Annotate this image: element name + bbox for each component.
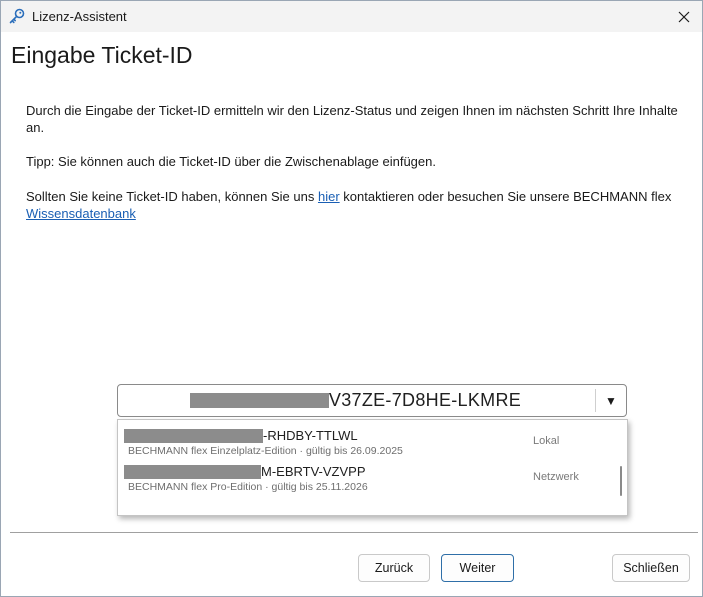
dropdown-toggle-button[interactable]: ▼ (596, 385, 626, 416)
contact-text: Sollten Sie keine Ticket-ID haben, könne… (26, 188, 686, 222)
item-license-type: Netzwerk (533, 471, 579, 483)
dropdown-scrollbar[interactable] (620, 466, 622, 496)
ticket-id-combobox[interactable]: V37ZE-7D8HE-LKMRE ▼ (117, 384, 627, 417)
item-license-type: Lokal (533, 435, 560, 447)
dropdown-item[interactable]: -RHDBY-TTLWL BECHMANN flex Einzelplatz-E… (118, 423, 613, 463)
redaction-block (124, 464, 261, 479)
close-button[interactable]: Schließen (612, 554, 690, 582)
tip-text: Tipp: Sie können auch die Ticket-ID über… (26, 154, 436, 169)
item-ticket-id: M-EBRTV-VZVPP (124, 464, 366, 479)
contact-link[interactable]: hier (318, 189, 340, 204)
ticket-id-value[interactable]: V37ZE-7D8HE-LKMRE (118, 385, 593, 416)
footer-divider (10, 532, 698, 533)
contact-text-start: Sollten Sie keine Ticket-ID haben, könne… (26, 189, 318, 204)
close-window-button[interactable] (666, 1, 702, 32)
page-title: Eingabe Ticket-ID (11, 42, 193, 68)
item-ticket-id-visible-part: M-EBRTV-VZVPP (261, 464, 366, 479)
close-icon (678, 11, 690, 22)
redaction-block (124, 428, 263, 443)
dropdown-item[interactable]: M-EBRTV-VZVPP BECHMANN flex Pro-Edition … (118, 459, 613, 499)
knowledge-base-link[interactable]: Wissensdatenbank (26, 206, 136, 221)
next-button[interactable]: Weiter (441, 554, 514, 582)
item-edition-info: BECHMANN flex Einzelplatz-Edition · gült… (128, 445, 403, 457)
item-edition-info: BECHMANN flex Pro-Edition · gültig bis 2… (128, 481, 368, 493)
contact-text-middle: kontaktieren oder besuchen Sie unsere BE… (339, 189, 672, 204)
title-bar: Lizenz-Assistent (1, 1, 702, 32)
intro-text: Durch die Eingabe der Ticket-ID ermittel… (26, 103, 678, 135)
item-ticket-id-visible-part: -RHDBY-TTLWL (263, 428, 358, 443)
chevron-down-icon: ▼ (605, 393, 617, 408)
redaction-block (189, 393, 329, 408)
back-button[interactable]: Zurück (358, 554, 430, 582)
key-icon (9, 8, 25, 24)
window-title: Lizenz-Assistent (32, 9, 127, 24)
item-ticket-id: -RHDBY-TTLWL (124, 428, 358, 443)
ticket-id-dropdown-list: -RHDBY-TTLWL BECHMANN flex Einzelplatz-E… (117, 419, 628, 516)
ticket-id-visible-part: V37ZE-7D8HE-LKMRE (328, 390, 522, 410)
license-assistant-window: Lizenz-Assistent Eingabe Ticket-ID Durch… (0, 0, 703, 597)
